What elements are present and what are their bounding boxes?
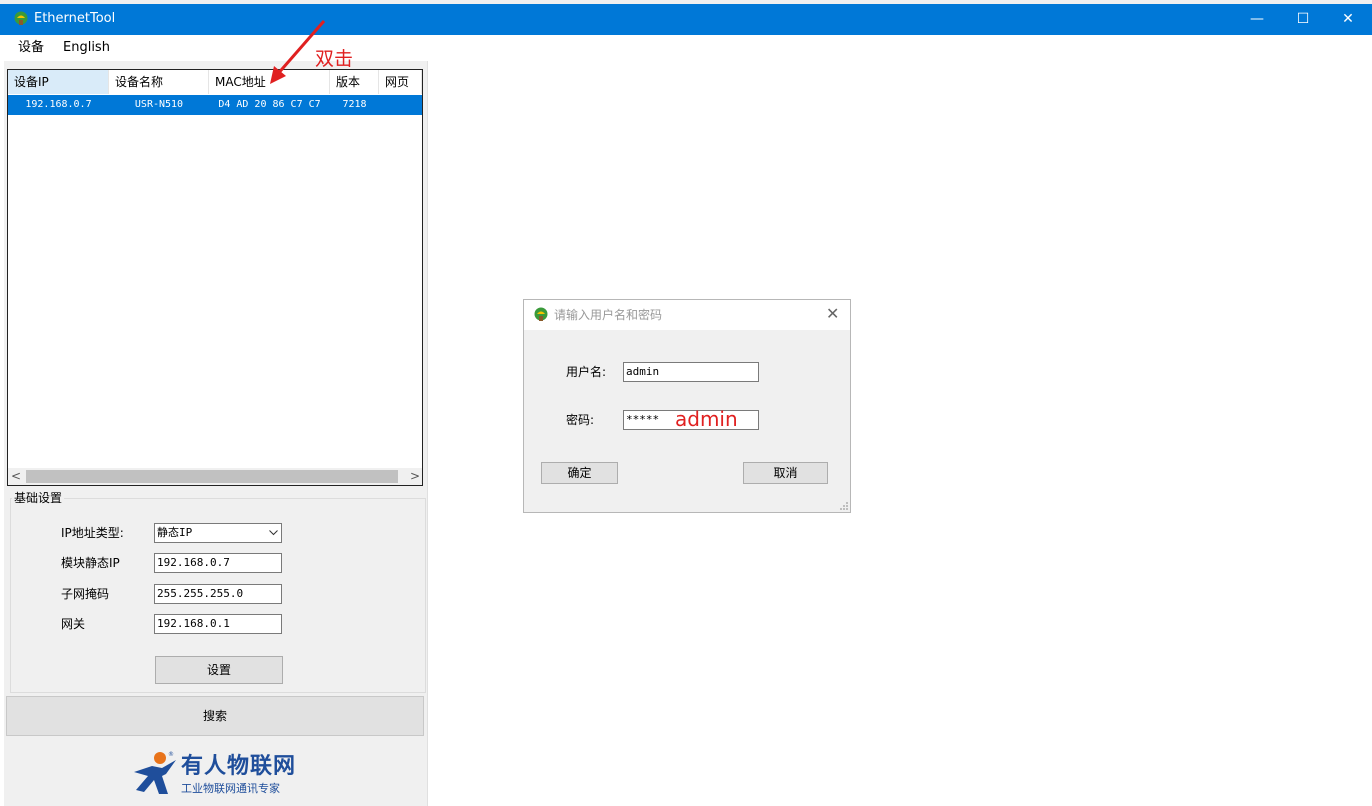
- maximize-icon: ☐: [1296, 11, 1310, 27]
- close-icon: ✕: [1342, 11, 1354, 27]
- ok-button[interactable]: 确定: [541, 462, 618, 484]
- cell-mac-address: D4 AD 20 86 C7 C7: [218, 99, 321, 110]
- scroll-left-icon[interactable]: <: [11, 468, 21, 485]
- scroll-right-icon[interactable]: >: [410, 468, 420, 485]
- close-window-button[interactable]: ✕: [1325, 4, 1371, 35]
- search-button[interactable]: 搜索: [6, 696, 424, 736]
- dialog-title: 请输入用户名和密码: [554, 308, 663, 322]
- static-ip-label: 模块静态IP: [61, 556, 120, 570]
- column-device-ip[interactable]: 设备IP: [8, 70, 109, 94]
- minimize-icon: —: [1250, 11, 1264, 27]
- chevron-down-icon: [269, 530, 278, 536]
- column-webpage[interactable]: 网页: [379, 70, 422, 94]
- basic-settings-title: 基础设置: [12, 490, 65, 506]
- dialog-close-icon[interactable]: ✕: [826, 304, 839, 324]
- device-list[interactable]: 设备IP 设备名称 MAC地址 版本 网页 192.168.0.7 USR-N5…: [7, 69, 423, 486]
- ip-type-label: IP地址类型:: [61, 526, 124, 540]
- username-input[interactable]: admin: [623, 362, 759, 382]
- minimize-button[interactable]: —: [1234, 4, 1280, 35]
- static-ip-input[interactable]: 192.168.0.7: [154, 553, 282, 573]
- window-title: EthernetTool: [34, 11, 116, 26]
- horizontal-scrollbar[interactable]: < >: [8, 468, 422, 485]
- scrollbar-thumb[interactable]: [26, 470, 398, 483]
- column-device-name[interactable]: 设备名称: [109, 70, 209, 94]
- cancel-button[interactable]: 取消: [743, 462, 828, 484]
- login-dialog: 请输入用户名和密码 ✕ 用户名: admin 密码: ***** 确定 取消: [523, 299, 851, 513]
- column-version[interactable]: 版本: [330, 70, 379, 94]
- menu-bar: 设备 English: [0, 35, 1372, 61]
- dialog-title-bar: 请输入用户名和密码 ✕: [524, 300, 850, 330]
- cell-device-name: USR-N510: [134, 99, 184, 110]
- resize-grip-icon[interactable]: [839, 501, 849, 511]
- menu-device[interactable]: 设备: [18, 39, 44, 57]
- dialog-app-icon: [534, 307, 548, 321]
- app-icon: [14, 11, 28, 25]
- subnet-mask-input[interactable]: 255.255.255.0: [154, 584, 282, 604]
- usr-logo-icon: ®: [134, 751, 176, 794]
- password-label: 密码:: [566, 413, 595, 427]
- cell-version: 7218: [342, 99, 367, 110]
- annotation-double-click: 双击: [315, 48, 354, 70]
- ip-type-select[interactable]: 静态IP: [154, 523, 282, 543]
- username-label: 用户名:: [566, 365, 607, 379]
- gateway-input[interactable]: 192.168.0.1: [154, 614, 282, 634]
- cell-webpage: [379, 95, 422, 115]
- menu-english[interactable]: English: [63, 39, 110, 57]
- cell-device-ip: 192.168.0.7: [25, 99, 92, 110]
- maximize-button[interactable]: ☐: [1280, 4, 1326, 35]
- svg-text:®: ®: [168, 751, 174, 758]
- subnet-mask-label: 子网掩码: [61, 587, 110, 601]
- gateway-label: 网关: [61, 617, 86, 631]
- set-button[interactable]: 设置: [155, 656, 283, 684]
- annotation-password-hint: admin: [675, 407, 738, 431]
- logo-tagline: 工业物联网通讯专家: [181, 782, 280, 795]
- logo-name: 有人物联网: [181, 754, 297, 779]
- ip-type-value: 静态IP: [157, 526, 193, 539]
- title-bar: EthernetTool — ☐ ✕: [0, 4, 1372, 35]
